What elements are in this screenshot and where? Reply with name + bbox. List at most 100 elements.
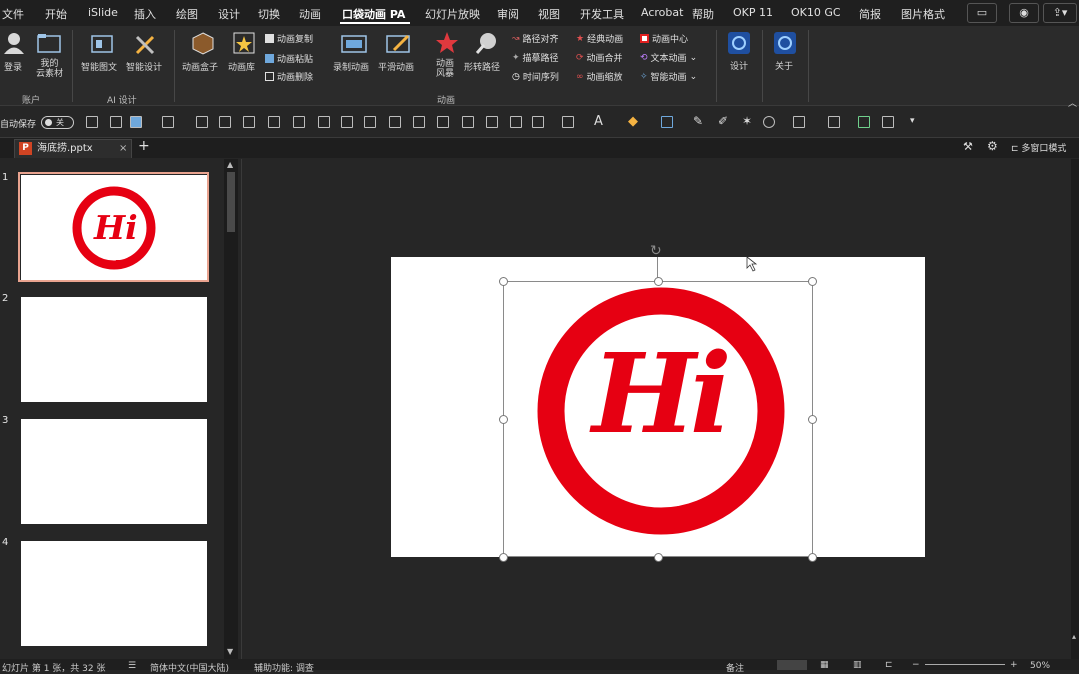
zoom-out-icon[interactable]: − [912, 660, 920, 670]
smart-text-button[interactable]: 智能图文 [81, 60, 117, 73]
draw-path-button[interactable]: ✦ 描摹路径 [512, 51, 559, 65]
menu-file[interactable]: 文件 [2, 6, 24, 22]
align-center-icon[interactable] [389, 116, 401, 128]
rotate-handle-icon[interactable]: ↻ [650, 243, 662, 259]
bring-forward-icon[interactable] [243, 116, 255, 128]
align-right-icon[interactable] [413, 116, 425, 128]
classic-animation-button[interactable]: ★ 经典动画 [576, 32, 623, 46]
crop-icon[interactable] [486, 116, 498, 128]
menu-brief[interactable]: 简报 [859, 6, 881, 22]
resize-handle[interactable] [808, 553, 817, 562]
table-icon[interactable] [110, 116, 122, 128]
zoom-in-icon[interactable]: + [1010, 660, 1018, 670]
zoom-slider[interactable] [925, 664, 1005, 665]
smart-design-button[interactable]: 智能设计 [126, 60, 162, 73]
menu-pocket-animation[interactable]: 口袋动画 PA [342, 6, 405, 22]
ungroup-icon[interactable] [219, 116, 231, 128]
slide-thumbnail-4[interactable] [21, 541, 207, 646]
scroll-down-icon[interactable]: ▼ [227, 647, 233, 656]
group-icon[interactable] [196, 116, 208, 128]
animation-center-button[interactable]: 动画中心 [640, 32, 688, 45]
menu-view[interactable]: 视图 [538, 6, 560, 22]
gear-icon[interactable]: ⚙ [987, 139, 998, 153]
slide-thumbnail-2[interactable] [21, 297, 207, 402]
record-animation-button[interactable]: 录制动画 [333, 60, 369, 73]
animation-copy-button[interactable]: 动画复制 [265, 32, 313, 45]
rotate-flip-icon[interactable] [562, 116, 574, 128]
shape-icon[interactable] [162, 116, 174, 128]
share-icon[interactable]: ⇪▾ [1043, 3, 1077, 23]
eyedropper-icon[interactable]: ✐ [718, 114, 728, 128]
animation-library-button[interactable]: 动画库 [228, 60, 255, 73]
menu-insert[interactable]: 插入 [134, 6, 156, 22]
resize-handle[interactable] [499, 277, 508, 286]
slide-thumbnail-3[interactable] [21, 419, 207, 524]
tools-icon[interactable]: ⚒ [963, 140, 973, 153]
menu-developer[interactable]: 开发工具 [580, 6, 624, 22]
resize-handle[interactable] [808, 415, 817, 424]
animation-box-button[interactable]: 动画盒子 [182, 60, 218, 73]
menu-home[interactable]: 开始 [45, 6, 67, 22]
color-fill-icon[interactable] [130, 116, 142, 128]
resize-handle[interactable] [808, 277, 817, 286]
document-tab[interactable]: P 海底捞.pptx × [14, 139, 132, 158]
comment-icon[interactable]: ▭ [967, 3, 997, 23]
menu-help[interactable]: 帮助 [692, 6, 714, 22]
merge-shapes-icon[interactable] [763, 116, 775, 128]
language-status[interactable]: 简体中文(中国大陆) [150, 661, 229, 674]
animation-storm-button[interactable]: 动画 风暴 [436, 59, 454, 79]
timeline-button[interactable]: ◷ 时间序列 [512, 70, 559, 84]
fill-bucket-icon[interactable]: ◆ [628, 114, 638, 129]
animation-shrink-button[interactable]: ∞ 动画缩放 [576, 70, 623, 84]
expand-icon[interactable] [882, 116, 894, 128]
menu-acrobat[interactable]: Acrobat [641, 6, 683, 19]
about-button[interactable]: 关于 [775, 59, 793, 72]
login-button[interactable]: 登录 [4, 60, 22, 73]
menu-picture-format[interactable]: 图片格式 [901, 6, 945, 22]
new-tab-button[interactable]: + [138, 138, 150, 154]
notes-button[interactable]: 备注 [726, 661, 744, 674]
magic-icon[interactable]: ✶ [742, 114, 752, 128]
line-icon[interactable] [793, 116, 805, 128]
distribute-v-icon[interactable] [462, 116, 474, 128]
shape-to-path-button[interactable]: 形转路径 [464, 60, 500, 73]
smart-animation-button[interactable]: ✧ 智能动画 ⌄ [640, 70, 697, 84]
resize-handle[interactable] [499, 553, 508, 562]
my-material-button[interactable]: 我的 云素材 [36, 59, 63, 79]
menu-slideshow[interactable]: 幻灯片放映 [425, 6, 480, 22]
animation-paste-button[interactable]: 动画粘贴 [265, 52, 313, 65]
outline-icon[interactable] [661, 116, 673, 128]
resize-handle[interactable] [654, 553, 663, 562]
angle-icon[interactable] [828, 116, 840, 128]
resize-handle[interactable] [654, 277, 663, 286]
resize-handle[interactable] [499, 415, 508, 424]
slideshow-icon[interactable]: ⊏ [885, 660, 893, 670]
slide-sorter-icon[interactable]: ▦ [820, 660, 829, 670]
multi-window-button[interactable]: ⊏ 多窗口模式 [1011, 141, 1066, 154]
align-bottom-icon[interactable] [341, 116, 353, 128]
align-left-icon[interactable] [364, 116, 376, 128]
canvas-scrollbar[interactable] [1071, 159, 1079, 659]
size-icon[interactable] [858, 116, 870, 128]
close-tab-icon[interactable]: × [119, 140, 127, 157]
slide-thumbnail-1[interactable]: Hi [21, 175, 207, 280]
autosave-toggle[interactable]: 关 [41, 116, 74, 129]
menu-transitions[interactable]: 切换 [258, 6, 280, 22]
layout-icon[interactable] [86, 116, 98, 128]
panel-divider[interactable] [241, 159, 242, 659]
align-top-icon[interactable] [293, 116, 305, 128]
font-color-icon[interactable]: A [594, 114, 603, 129]
menu-islide[interactable]: iSlide [88, 6, 118, 19]
menu-ok10gc[interactable]: OK10 GC [791, 6, 841, 19]
text-animation-button[interactable]: ⟲ 文本动画 ⌄ [640, 51, 697, 65]
distribute-h-icon[interactable] [437, 116, 449, 128]
menu-okp[interactable]: OKP 11 [733, 6, 773, 19]
scroll-up-icon[interactable]: ▲ [227, 160, 233, 169]
customize-toolbar-icon[interactable]: ▾ [910, 116, 915, 126]
rotate-icon[interactable] [532, 116, 544, 128]
reading-view-icon[interactable]: ▥ [853, 660, 862, 670]
thumbnail-scrollbar[interactable] [224, 159, 238, 659]
path-align-button[interactable]: ↝ 路径对齐 [512, 32, 559, 46]
menu-design[interactable]: 设计 [218, 6, 240, 22]
menu-review[interactable]: 审阅 [497, 6, 519, 22]
